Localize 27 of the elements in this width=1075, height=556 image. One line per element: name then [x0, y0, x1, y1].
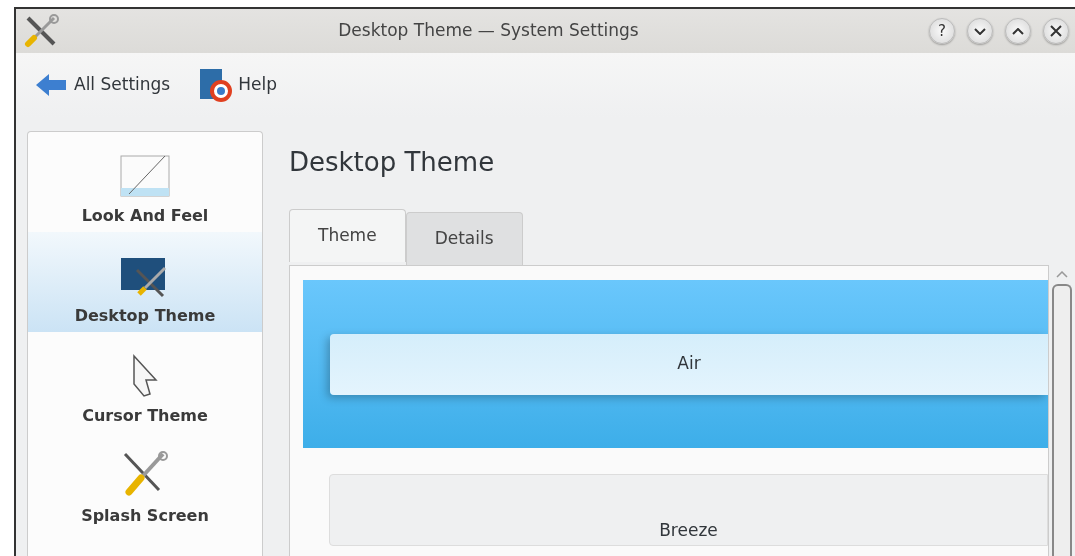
- maximize-button[interactable]: [1005, 18, 1031, 44]
- back-arrow-icon: [34, 72, 68, 98]
- sidebar-item[interactable]: Look And Feel: [28, 132, 262, 232]
- close-button[interactable]: [1043, 18, 1069, 44]
- help-button[interactable]: ?: [929, 18, 955, 44]
- window-icon: [119, 154, 171, 198]
- chevron-up-icon: [1012, 27, 1024, 35]
- sidebar-item[interactable]: Cursor Theme: [28, 332, 262, 432]
- tab[interactable]: Theme: [289, 209, 406, 263]
- theme-item[interactable]: Breeze: [303, 448, 1048, 547]
- window-title: Desktop Theme — System Settings: [337, 19, 640, 43]
- tools-icon: [24, 14, 60, 48]
- theme-preview: Breeze: [329, 474, 1048, 547]
- theme-item[interactable]: Air: [303, 280, 1048, 449]
- scrollbar[interactable]: [1052, 284, 1072, 556]
- cursor-icon: [130, 354, 160, 398]
- theme-preview: Air: [330, 333, 1048, 395]
- minimize-button[interactable]: [967, 18, 993, 44]
- help-button[interactable]: Help: [198, 68, 277, 102]
- sidebar-item[interactable]: Splash Screen: [28, 432, 262, 532]
- sidebar-item[interactable]: Desktop Theme: [28, 232, 262, 332]
- help-book-icon: [198, 68, 233, 102]
- page-heading: Desktop Theme: [289, 147, 496, 179]
- back-button[interactable]: All Settings: [34, 72, 171, 98]
- close-icon: [1050, 25, 1062, 37]
- tab[interactable]: Details: [405, 212, 523, 266]
- chevron-down-icon: [974, 27, 986, 35]
